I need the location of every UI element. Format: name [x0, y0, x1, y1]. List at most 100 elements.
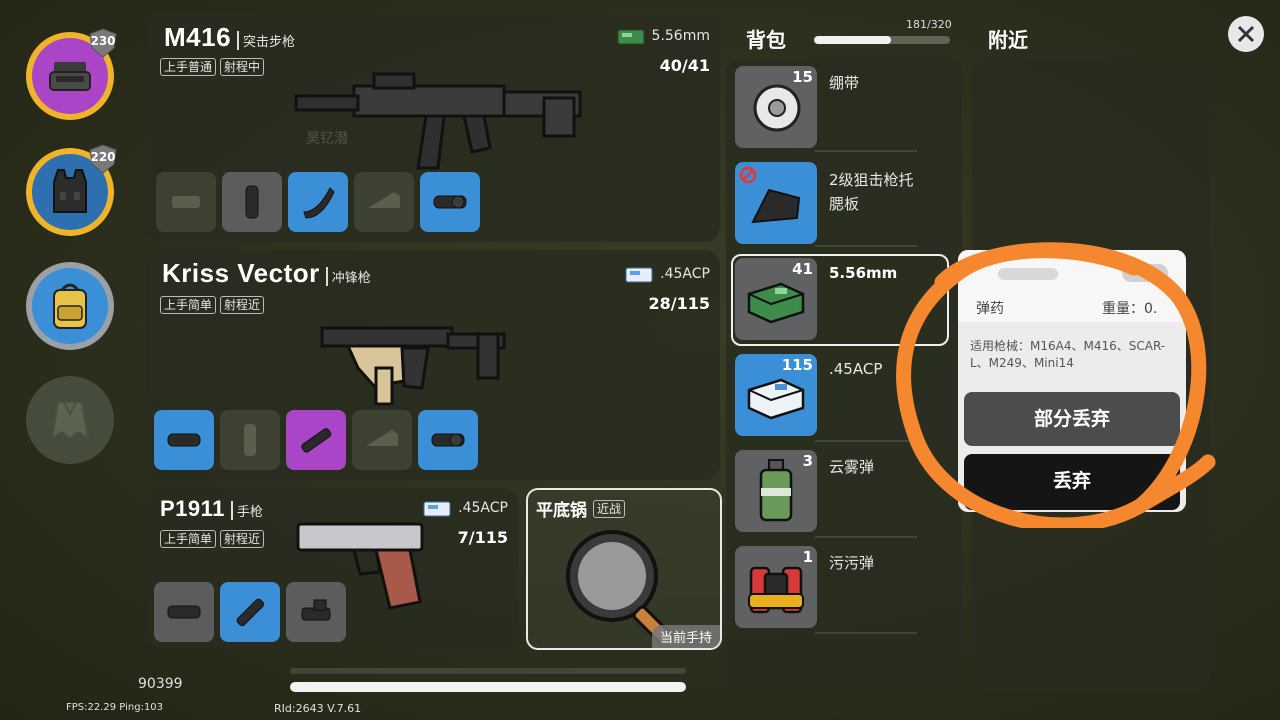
weapon-type: 冲锋枪 [325, 267, 371, 286]
ammo-box-icon [747, 282, 805, 324]
cloak-icon [50, 401, 90, 440]
muzzle-slot[interactable] [154, 410, 214, 470]
rid-version: RId:2643 V.7.61 [274, 702, 362, 715]
ammo-icon [617, 29, 645, 45]
ammo-count: 40/41 [659, 56, 710, 75]
smoke-grenade-icon [759, 459, 793, 522]
ammo-icon [423, 501, 451, 517]
item-count: 15 [792, 68, 813, 86]
bag-item-45acp[interactable]: 115 [735, 354, 817, 436]
weapon-type: 突击步枪 [237, 31, 295, 50]
bottom-scrollbar[interactable] [290, 682, 686, 692]
helmet-icon [49, 62, 91, 91]
magazine-slot[interactable] [286, 410, 346, 470]
bandage-icon [753, 84, 801, 132]
ammo-box-icon [747, 378, 805, 420]
compensator-icon [167, 605, 201, 619]
backpack-icon [53, 283, 87, 329]
red-dot-sight-icon [301, 599, 331, 621]
fps-ping: FPS:22.29 Ping:103 [66, 702, 164, 713]
vest-durability-badge: 220 [88, 144, 118, 174]
m416-rifle-icon [294, 72, 582, 170]
magazine-slot[interactable] [288, 172, 348, 232]
handling-tag: 上手普通 [160, 58, 217, 76]
vest-icon [53, 169, 87, 213]
scope-slot[interactable] [420, 172, 480, 232]
item-count: 115 [781, 356, 813, 374]
muzzle-slot[interactable] [154, 582, 214, 642]
capacity-text: 181/320 [906, 18, 952, 31]
foregrip-slot[interactable] [222, 172, 282, 232]
ammo-type: 5.56mm [651, 28, 710, 44]
ammo-icon [625, 267, 653, 283]
stock-slot[interactable] [352, 410, 412, 470]
suppressor-icon [167, 433, 201, 447]
grip-placeholder-icon [244, 424, 256, 456]
cloak-slot[interactable] [26, 376, 114, 464]
weapon-name: P1911 [160, 496, 225, 521]
ammo-type: .45ACP [660, 266, 710, 282]
handling-tag: 上手简单 [160, 530, 217, 548]
bag-item-label: 5.56mm [829, 264, 898, 282]
cheek-pad-icon [751, 188, 801, 224]
backpack-title: 背包 [746, 28, 786, 52]
item-count: 1 [802, 548, 813, 566]
melee-tag: 近战 [593, 499, 626, 518]
capacity-bar [814, 36, 950, 44]
helmet-durability-badge: 230 [88, 28, 118, 58]
bag-item-label: 污污弹 [829, 554, 875, 572]
item-divider [815, 536, 917, 538]
extended-mag-icon [303, 187, 335, 219]
foregrip-slot[interactable] [220, 410, 280, 470]
scope-slot[interactable] [418, 410, 478, 470]
magazine-slot[interactable] [220, 582, 280, 642]
stock-slot[interactable] [354, 172, 414, 232]
annotation-circle [896, 242, 1216, 528]
close-button[interactable] [1228, 16, 1264, 52]
nearby-title: 附近 [988, 28, 1028, 52]
bag-item-label: 云雾弹 [829, 458, 875, 476]
stock-placeholder-icon [366, 430, 398, 446]
kriss-vector-smg-icon [320, 326, 506, 406]
weapon-name: Kriss Vector [162, 258, 320, 288]
vest-durability: 220 [90, 150, 116, 164]
ammo-count: 28/115 [648, 294, 710, 313]
weapon-watermark: 昊钇潜 [306, 131, 348, 147]
current-held-badge: 当前手持 [651, 625, 720, 648]
handling-tag: 上手简单 [160, 296, 217, 314]
range-tag: 射程中 [220, 58, 265, 76]
weapon-type: 手枪 [230, 501, 263, 520]
sight-slot[interactable] [286, 582, 346, 642]
bag-item-bandage[interactable]: 15 [735, 66, 817, 148]
ammo-type: .45ACP [458, 500, 508, 516]
weapon-card-m416[interactable]: M416 突击步枪 上手普通 射程中 5.56mm 40/41 昊钇潜 [146, 12, 720, 242]
helmet-durability: 230 [90, 34, 116, 48]
close-icon [1237, 25, 1255, 43]
bag-item-label: .45ACP [829, 360, 883, 378]
ammo-count: 7/115 [457, 528, 508, 547]
backpack-slot[interactable] [26, 262, 114, 350]
muzzle-placeholder-icon [172, 196, 200, 208]
range-tag: 射程近 [220, 530, 265, 548]
stink-bomb-icon [748, 566, 804, 614]
item-count: 41 [792, 260, 813, 278]
extended-mag-icon [301, 428, 332, 453]
bag-item-label: 2级狙击枪托腮板 [829, 171, 914, 213]
weapon-card-p1911[interactable]: P1911 手枪 上手简单 射程近 .45ACP 7/115 [146, 488, 518, 648]
muzzle-slot[interactable] [156, 172, 216, 232]
bottom-scroll-track [290, 668, 686, 674]
bag-item-smoke-grenade[interactable]: 3 [735, 450, 817, 532]
extended-mag-icon [236, 598, 265, 627]
bag-item-cheek-pad[interactable] [735, 162, 817, 244]
vertical-grip-icon [245, 185, 259, 219]
weapon-card-vector[interactable]: Kriss Vector 冲锋枪 上手简单 射程近 .45ACP 28/115 [146, 250, 720, 480]
melee-card[interactable]: 平底锅 近战 当前手持 [526, 488, 722, 650]
item-divider [815, 150, 917, 152]
capacity-bar-fill [814, 36, 891, 44]
bag-item-556mm[interactable]: 41 [735, 258, 817, 340]
scope-icon [431, 433, 465, 447]
item-count: 3 [802, 452, 813, 470]
bag-item-label: 绷带 [829, 74, 860, 92]
bag-item-stink-bomb[interactable]: 1 [735, 546, 817, 628]
item-divider [815, 632, 917, 634]
